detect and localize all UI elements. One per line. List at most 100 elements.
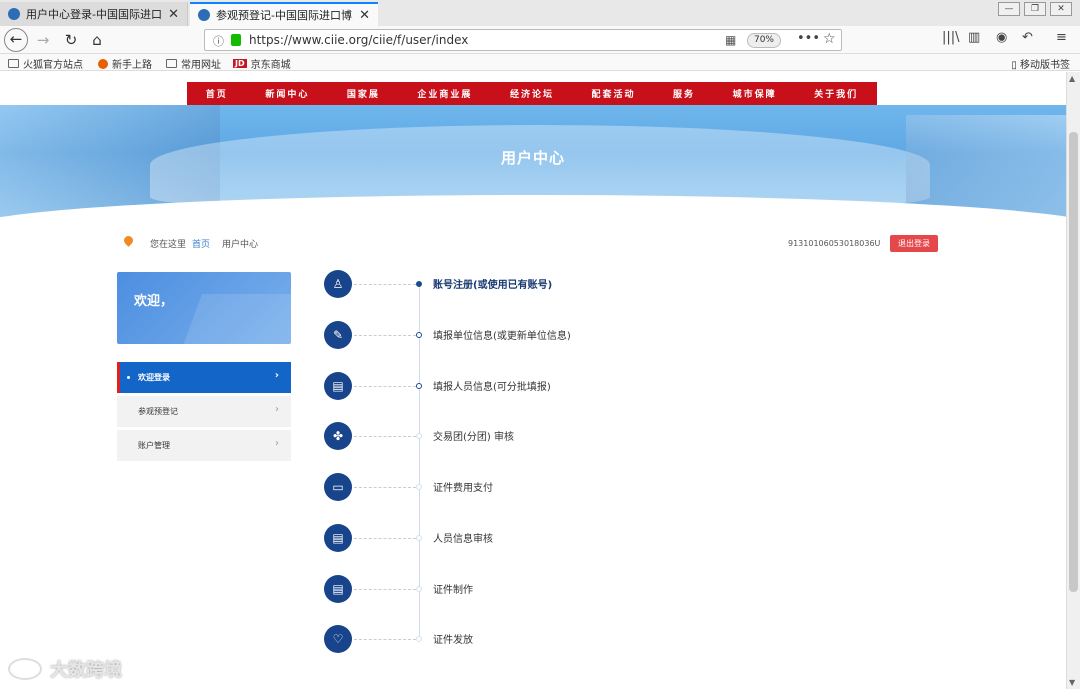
minimize-icon[interactable]: —: [998, 2, 1020, 16]
qr-code-icon[interactable]: ▦: [725, 33, 736, 47]
review-icon: ▤: [324, 524, 352, 552]
undo-icon[interactable]: ↶: [1022, 30, 1033, 45]
menu-item-country-exhibition[interactable]: 国家展: [347, 87, 380, 100]
logout-button[interactable]: 退出登录: [890, 235, 938, 252]
sidebar-item-label: 账户管理: [138, 441, 170, 450]
lock-icon[interactable]: [231, 34, 241, 46]
url-text[interactable]: https://www.ciie.org/ciie/f/user/index: [249, 33, 468, 47]
bookmark-star-icon[interactable]: ☆: [823, 31, 836, 47]
chevron-right-icon: ›: [275, 438, 279, 449]
sidebar-item-pre-registration[interactable]: 参观预登记 ›: [117, 396, 291, 427]
step-delegation-review[interactable]: ✤ 交易团(分团) 审核: [324, 422, 724, 450]
menu-item-events[interactable]: 配套活动: [592, 87, 636, 100]
step-label: 证件制作: [433, 585, 473, 596]
dashed-connector: [354, 436, 416, 437]
close-tab-icon[interactable]: ✕: [168, 7, 179, 22]
timeline-node: [416, 586, 422, 592]
back-button-icon[interactable]: ←: [4, 28, 28, 52]
step-label: 交易团(分团) 审核: [433, 432, 514, 443]
sidebar-icon[interactable]: ▥: [968, 30, 980, 45]
address-bar[interactable]: ⓘ https://www.ciie.org/ciie/f/user/index…: [204, 29, 842, 51]
dashed-connector: [354, 538, 416, 539]
step-label: 填报单位信息(或更新单位信息): [433, 331, 571, 342]
library-icon[interactable]: |||\: [942, 30, 960, 45]
bookmark-label: 火狐官方站点: [23, 60, 83, 71]
step-fee-payment[interactable]: ▭ 证件费用支付: [324, 473, 724, 501]
scrollbar-thumb[interactable]: [1069, 132, 1078, 592]
window-controls: — ❐ ✕: [998, 2, 1072, 16]
dashed-connector: [354, 335, 416, 336]
banner-title: 用户中心: [500, 149, 565, 167]
bookmark-label: 京东商城: [250, 60, 291, 71]
step-label: 账号注册(或使用已有账号): [433, 280, 553, 291]
account-icon[interactable]: ◉: [996, 30, 1007, 45]
dashed-connector: [354, 589, 416, 590]
step-badge-production[interactable]: ▤ 证件制作: [324, 575, 724, 603]
card-icon: ▭: [324, 473, 352, 501]
main-menu: 首页 新闻中心 国家展 企业商业展 经济论坛 配套活动 服务 城市保障 关于我们: [187, 82, 877, 105]
more-actions-icon[interactable]: •••: [797, 31, 820, 46]
menu-item-city-support[interactable]: 城市保障: [733, 87, 777, 100]
scroll-down-icon[interactable]: ▼: [1069, 678, 1075, 687]
form-icon: ▤: [324, 372, 352, 400]
menu-item-news[interactable]: 新闻中心: [265, 87, 309, 100]
scroll-up-icon[interactable]: ▲: [1069, 74, 1075, 83]
close-window-icon[interactable]: ✕: [1050, 2, 1072, 16]
sidebar-item-welcome[interactable]: 欢迎登录 ›: [117, 362, 291, 393]
welcome-card: 欢迎，: [117, 272, 291, 344]
pen-icon: ✎: [324, 321, 352, 349]
user-icon: ♙: [324, 270, 352, 298]
bookmark-getting-started[interactable]: 新手上路: [98, 56, 152, 71]
jd-logo-icon: JD: [233, 59, 247, 68]
mobile-bookmarks[interactable]: ▯ 移动版书签: [1011, 56, 1070, 71]
bookmark-jd[interactable]: JD 京东商城: [233, 56, 291, 71]
timeline-node: [416, 484, 422, 490]
info-icon[interactable]: ⓘ: [213, 33, 224, 49]
timeline-node: [416, 433, 422, 439]
breadcrumb-home-link[interactable]: 首页: [192, 237, 210, 250]
tab-bar: 用户中心登录-中国国际进口博 ✕ 参观预登记-中国国际进口博览 ✕ — ❐ ✕: [0, 0, 1080, 26]
tab-pre-registration[interactable]: 参观预登记-中国国际进口博览 ✕: [190, 2, 378, 26]
vertical-scrollbar[interactable]: ▲ ▼: [1066, 72, 1080, 689]
watermark: 大数跨境: [8, 656, 122, 682]
chevron-right-icon: ›: [274, 370, 279, 381]
timeline-node: [416, 332, 422, 338]
menu-item-home[interactable]: 首页: [206, 87, 228, 100]
heart-icon: ♡: [324, 625, 352, 653]
menu-item-about[interactable]: 关于我们: [814, 87, 858, 100]
folder-icon: [8, 59, 19, 68]
step-badge-distribution[interactable]: ♡ 证件发放: [324, 625, 724, 653]
dashed-connector: [354, 284, 416, 285]
menu-icon[interactable]: ≡: [1056, 30, 1067, 45]
credit-code: 91310106053018036U: [788, 239, 881, 248]
maximize-icon[interactable]: ❐: [1024, 2, 1046, 16]
menu-item-forum[interactable]: 经济论坛: [510, 87, 554, 100]
timeline-node: [416, 535, 422, 541]
zoom-level[interactable]: 70%: [747, 33, 781, 48]
bookmark-common-sites[interactable]: 常用网址: [166, 56, 221, 71]
step-account-register[interactable]: ♙ 账号注册(或使用已有账号): [324, 270, 724, 298]
bookmark-label: 新手上路: [112, 60, 152, 71]
tab-user-login[interactable]: 用户中心登录-中国国际进口博 ✕: [0, 2, 188, 26]
forward-button-icon[interactable]: →: [32, 30, 54, 50]
watermark-text: 大数跨境: [50, 660, 122, 681]
sidebar-item-label: 参观预登记: [138, 407, 178, 416]
menu-item-services[interactable]: 服务: [673, 87, 695, 100]
timeline-node: [416, 383, 422, 389]
location-pin-icon: [122, 234, 135, 247]
welcome-text: 欢迎，: [134, 294, 174, 309]
home-icon[interactable]: ⌂: [86, 30, 108, 50]
step-label: 证件费用支付: [433, 483, 493, 494]
reload-icon[interactable]: ↻: [60, 30, 82, 50]
bookmark-firefox-site[interactable]: 火狐官方站点: [8, 56, 83, 71]
menu-item-business-exhibition[interactable]: 企业商业展: [417, 87, 472, 100]
mobile-bookmarks-label: 移动版书签: [1020, 60, 1070, 71]
sidebar-item-account[interactable]: 账户管理 ›: [117, 430, 291, 461]
firefox-icon: [98, 58, 108, 69]
step-personnel-review[interactable]: ▤ 人员信息审核: [324, 524, 724, 552]
step-company-info[interactable]: ✎ 填报单位信息(或更新单位信息): [324, 321, 724, 349]
make-icon: ▤: [324, 575, 352, 603]
hero-banner: 用户中心: [0, 105, 1066, 225]
step-personnel-info[interactable]: ▤ 填报人员信息(可分批填报): [324, 372, 724, 400]
close-tab-icon[interactable]: ✕: [359, 8, 370, 23]
